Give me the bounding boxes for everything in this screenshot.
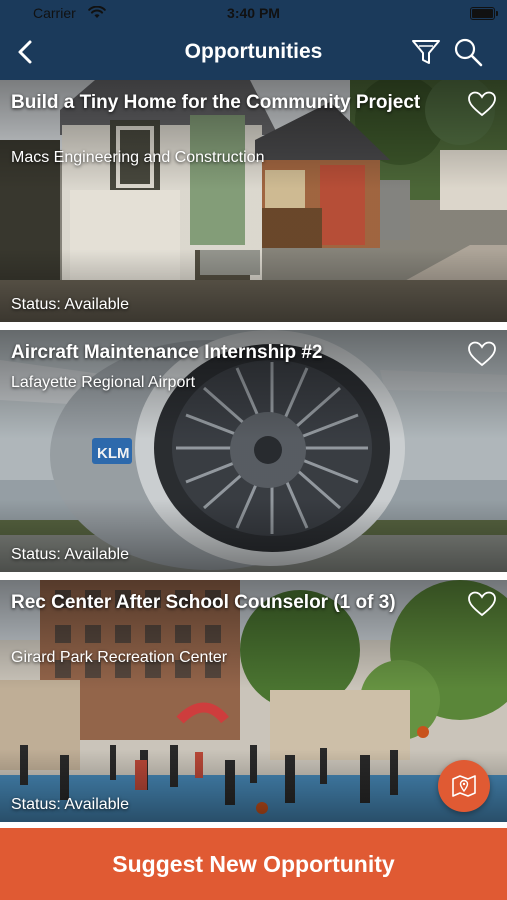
opportunity-title: Rec Center After School Counselor (1 of … [11,592,396,613]
opportunity-card[interactable]: KLM Aircraft Maintenance Internship #2 L… [0,330,507,572]
heart-icon[interactable] [467,340,497,368]
opportunity-title: Aircraft Maintenance Internship #2 [11,342,323,363]
opportunity-organization: Girard Park Recreation Center [11,649,228,666]
opportunity-organization: Lafayette Regional Airport [11,374,196,391]
opportunity-card[interactable]: Build a Tiny Home for the Community Proj… [0,80,507,322]
opportunity-status: Status: Available [11,296,130,313]
opportunity-organization: Macs Engineering and Construction [11,149,265,166]
opportunity-title: Build a Tiny Home for the Community Proj… [11,92,421,113]
filter-icon[interactable] [410,36,442,68]
clock: 3:40 PM [227,5,280,21]
opportunity-status: Status: Available [11,796,130,813]
heart-icon[interactable] [467,90,497,118]
search-icon[interactable] [452,36,484,68]
heart-icon[interactable] [467,590,497,618]
map-button[interactable] [438,760,490,812]
map-pin-icon [452,775,476,797]
suggest-opportunity-button[interactable]: Suggest New Opportunity [0,828,507,900]
status-bar: Carrier 3:40 PM [0,0,507,26]
opportunity-list[interactable]: Build a Tiny Home for the Community Proj… [0,80,507,828]
battery-icon [470,7,498,20]
nav-bar: Opportunities [0,26,507,80]
opportunity-status: Status: Available [11,546,130,563]
opportunity-card[interactable]: Rec Center After School Counselor (1 of … [0,580,507,822]
